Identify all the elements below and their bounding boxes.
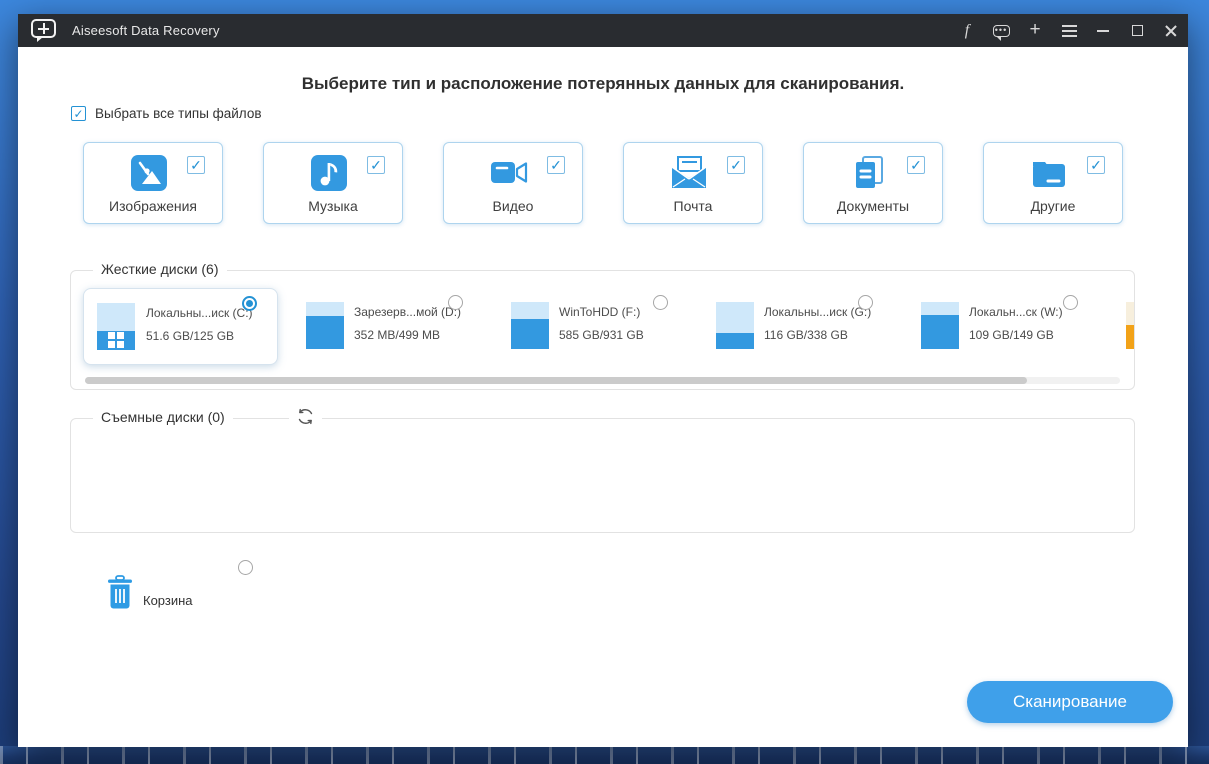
disk-size: 51.6 GB/125 GB — [146, 329, 235, 343]
folder-icon — [1033, 162, 1065, 187]
music-icon — [311, 155, 347, 191]
disk-size: 352 MB/499 MB — [354, 328, 441, 342]
add-icon[interactable]: + — [1018, 14, 1052, 47]
checkbox-checked-icon[interactable] — [71, 106, 86, 121]
disk-size: 116 GB/338 GB — [764, 328, 848, 342]
page-title: Выберите тип и расположение потерянных д… — [301, 74, 905, 93]
disk-card-f[interactable]: WinToHDD (F:) 585 GB/931 GB — [498, 288, 703, 365]
disk-icon — [511, 302, 549, 349]
disk-size: 585 GB/931 GB — [559, 328, 644, 342]
feedback-icon[interactable]: ••• — [984, 14, 1018, 47]
scan-button[interactable]: Сканирование — [967, 681, 1173, 723]
radio-icon[interactable] — [238, 560, 253, 575]
refresh-icon — [298, 408, 313, 425]
disk-icon — [716, 302, 754, 349]
disk-card-d[interactable]: Зарезерв...мой (D:) 352 MB/499 MB — [293, 288, 498, 365]
disk-card-6-partial[interactable] — [1113, 288, 1134, 365]
maximize-button[interactable] — [1120, 14, 1154, 47]
image-icon — [131, 155, 167, 191]
disk-name: Локальн...ск (W:) — [969, 305, 1063, 319]
minimize-button[interactable] — [1086, 14, 1120, 47]
filetype-card-mail[interactable]: Почта — [623, 142, 763, 224]
checkbox-checked-icon[interactable] — [187, 156, 205, 174]
documents-icon — [856, 156, 883, 188]
app-logo-icon — [31, 19, 57, 42]
disk-icon — [921, 302, 959, 349]
filetype-card-music[interactable]: Музыка — [263, 142, 403, 224]
disk-usage-fill — [97, 330, 135, 350]
radio-icon[interactable] — [448, 295, 463, 310]
hard-disks-list: Локальны...иск (C:) 51.6 GB/125 GB Зарез… — [71, 271, 1134, 389]
checkbox-checked-icon[interactable] — [367, 156, 385, 174]
disk-usage-fill — [921, 314, 959, 349]
removable-disks-legend: Съемные диски (0) — [93, 409, 233, 425]
window-title: Aiseesoft Data Recovery — [72, 23, 220, 38]
select-all-label: Выбрать все типы файлов — [95, 106, 262, 121]
checkbox-checked-icon[interactable] — [907, 156, 925, 174]
video-icon — [491, 162, 528, 183]
checkbox-checked-icon[interactable] — [547, 156, 565, 174]
scrollbar-thumb[interactable] — [85, 377, 1027, 384]
disk-usage-fill — [511, 319, 549, 349]
select-all-checkbox-row[interactable]: Выбрать все типы файлов — [71, 106, 262, 121]
mail-icon — [671, 156, 707, 188]
radio-selected-icon[interactable] — [242, 296, 257, 311]
refresh-button[interactable] — [289, 407, 322, 431]
menu-icon[interactable] — [1052, 14, 1086, 47]
facebook-icon[interactable]: f — [950, 14, 984, 47]
recycle-bin-row[interactable]: Корзина — [88, 572, 288, 622]
trash-icon — [108, 575, 132, 609]
checkbox-checked-icon[interactable] — [727, 156, 745, 174]
filetype-label: Видео — [492, 198, 534, 214]
file-type-cards: Изображения Музыка Виде — [83, 142, 1123, 224]
filetype-card-images[interactable]: Изображения — [83, 142, 223, 224]
recycle-bin-label: Корзина — [143, 593, 193, 608]
main-content: Выберите тип и расположение потерянных д… — [18, 47, 1188, 747]
filetype-label: Музыка — [308, 198, 358, 214]
disk-card-g[interactable]: Локальны...иск (G:) 116 GB/338 GB — [703, 288, 908, 365]
checkbox-checked-icon[interactable] — [1087, 156, 1105, 174]
disk-name: WinToHDD (F:) — [559, 305, 641, 319]
radio-icon[interactable] — [858, 295, 873, 310]
filetype-label: Изображения — [109, 198, 197, 214]
close-button[interactable] — [1154, 14, 1188, 47]
disk-usage-fill — [1126, 324, 1134, 349]
titlebar: Aiseesoft Data Recovery f ••• + — [18, 14, 1188, 47]
disk-card-c[interactable]: Локальны...иск (C:) 51.6 GB/125 GB — [83, 288, 278, 365]
disk-name: Зарезерв...мой (D:) — [354, 305, 462, 319]
disk-icon — [1126, 302, 1134, 349]
titlebar-buttons: f ••• + — [950, 14, 1188, 47]
disk-card-w[interactable]: Локальн...ск (W:) 109 GB/149 GB — [908, 288, 1113, 365]
filetype-card-video[interactable]: Видео — [443, 142, 583, 224]
radio-icon[interactable] — [1063, 295, 1078, 310]
disk-name: Локальны...иск (C:) — [146, 306, 253, 320]
disk-icon — [306, 302, 344, 349]
disk-size: 109 GB/149 GB — [969, 328, 1054, 342]
hard-disks-panel: Жесткие диски (6) Локальны...иск (C:) 51… — [70, 261, 1135, 390]
disk-usage-fill — [716, 333, 754, 349]
filetype-card-documents[interactable]: Документы — [803, 142, 943, 224]
wallpaper-harbor-strip — [0, 746, 1209, 764]
disk-icon — [97, 303, 135, 350]
app-window: Aiseesoft Data Recovery f ••• + Выберите… — [18, 14, 1188, 747]
filetype-label: Почта — [673, 198, 713, 214]
removable-disks-panel: Съемные диски (0) — [70, 407, 1135, 533]
filetype-label: Другие — [1030, 198, 1076, 214]
filetype-card-other[interactable]: Другие — [983, 142, 1123, 224]
windows-logo-icon — [108, 332, 124, 349]
filetype-label: Документы — [836, 198, 910, 214]
disk-name: Локальны...иск (G:) — [764, 305, 872, 319]
horizontal-scrollbar[interactable] — [85, 377, 1120, 384]
radio-icon[interactable] — [653, 295, 668, 310]
disk-usage-fill — [306, 316, 344, 349]
